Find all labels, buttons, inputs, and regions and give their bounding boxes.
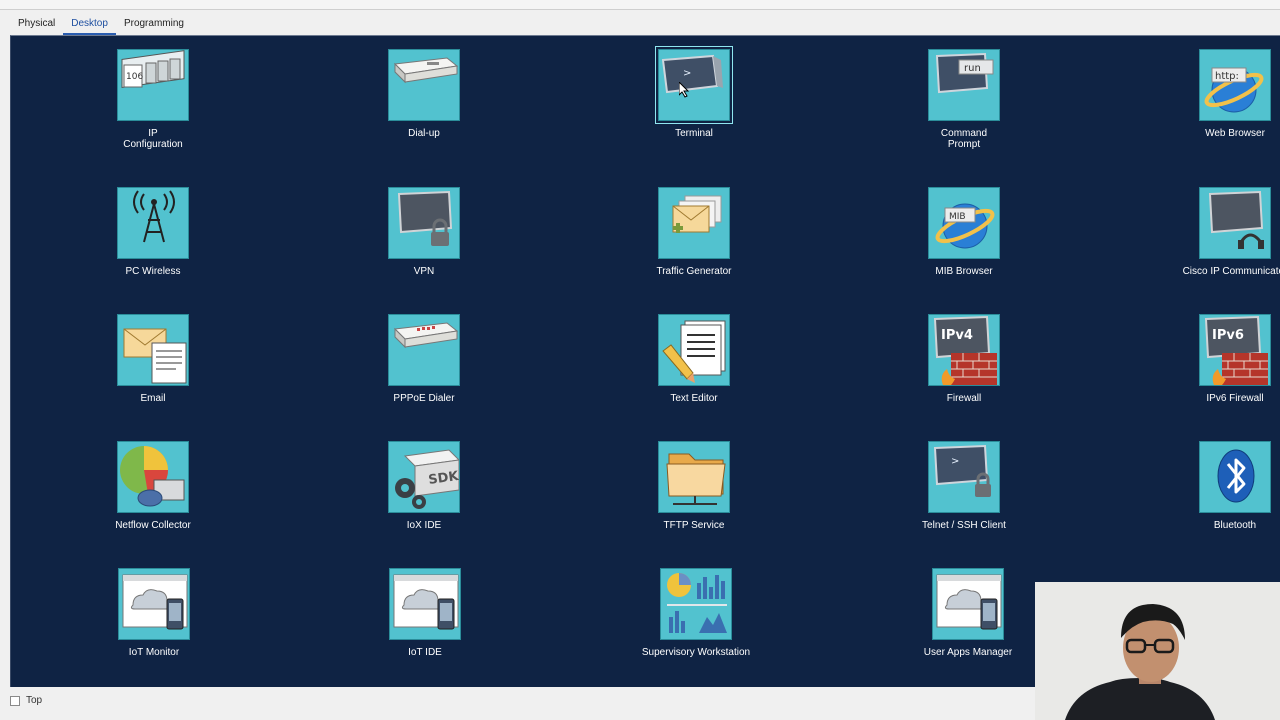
app-label: Netflow Collector bbox=[115, 520, 191, 531]
app-label: Text Editor bbox=[670, 393, 718, 404]
svg-text:MIB: MIB bbox=[949, 212, 966, 222]
tab-bar: Physical Desktop Programming bbox=[10, 14, 192, 35]
app-label: IoT Monitor bbox=[128, 647, 180, 658]
svg-text:>: > bbox=[951, 456, 959, 467]
app-web-browser[interactable]: http: Web Browser bbox=[1155, 49, 1280, 139]
app-ipv6-firewall[interactable]: IPv6 IPv6 Firewall bbox=[1155, 314, 1280, 404]
app-label: IoT IDE bbox=[408, 647, 442, 658]
app-supervisory-workstation[interactable]: Supervisory Workstation bbox=[616, 568, 776, 658]
app-label: Dial-up bbox=[408, 128, 440, 139]
telnet-ssh-icon: > bbox=[928, 441, 1000, 513]
svg-text:IPv6: IPv6 bbox=[1212, 328, 1244, 343]
mib-browser-icon: MIB bbox=[928, 187, 1000, 259]
app-label: Terminal bbox=[675, 128, 713, 139]
modem-icon bbox=[388, 49, 460, 121]
antenna-icon bbox=[117, 187, 189, 259]
app-text-editor[interactable]: Text Editor bbox=[614, 314, 774, 404]
user-apps-manager-icon bbox=[932, 568, 1004, 640]
presenter-image bbox=[1035, 582, 1280, 720]
svg-text:run: run bbox=[964, 63, 981, 74]
app-label: Traffic Generator bbox=[656, 266, 732, 277]
tab-physical[interactable]: Physical bbox=[10, 14, 63, 35]
app-label: Firewall bbox=[946, 393, 982, 404]
svg-text:106: 106 bbox=[126, 72, 143, 82]
app-label: Cisco IP Communicator bbox=[1182, 266, 1280, 277]
app-label: PC Wireless bbox=[125, 266, 181, 277]
app-mib-browser[interactable]: MIB MIB Browser bbox=[884, 187, 1044, 277]
tab-programming[interactable]: Programming bbox=[116, 14, 192, 35]
app-label: Email bbox=[140, 393, 166, 404]
app-label: Command Prompt bbox=[940, 128, 988, 150]
app-bluetooth[interactable]: Bluetooth bbox=[1155, 441, 1280, 531]
app-dialup[interactable]: Dial-up bbox=[344, 49, 504, 139]
app-label: Supervisory Workstation bbox=[641, 647, 751, 658]
top-checkbox[interactable] bbox=[10, 695, 20, 706]
text-editor-icon bbox=[658, 314, 730, 386]
app-vpn[interactable]: VPN bbox=[344, 187, 504, 277]
app-cisco-ip-communicator[interactable]: Cisco IP Communicator bbox=[1155, 187, 1280, 277]
ip-communicator-icon bbox=[1199, 187, 1271, 259]
iox-ide-icon: SDK bbox=[388, 441, 460, 513]
bluetooth-icon bbox=[1199, 441, 1271, 513]
app-label: Bluetooth bbox=[1213, 520, 1257, 531]
window-top-strip bbox=[0, 0, 1280, 10]
firewall-icon: IPv4 bbox=[928, 314, 1000, 386]
app-pppoe-dialer[interactable]: PPPoE Dialer bbox=[344, 314, 504, 404]
app-command-prompt[interactable]: run Command Prompt bbox=[884, 49, 1044, 150]
netflow-collector-icon bbox=[117, 441, 189, 513]
top-checkbox-row[interactable]: Top bbox=[10, 695, 42, 706]
iot-ide-icon bbox=[389, 568, 461, 640]
app-label: VPN bbox=[413, 266, 435, 277]
app-label: TFTP Service bbox=[663, 520, 725, 531]
ipv6-firewall-icon: IPv6 bbox=[1199, 314, 1271, 386]
app-traffic-generator[interactable]: Traffic Generator bbox=[614, 187, 774, 277]
app-iot-ide[interactable]: IoT IDE bbox=[345, 568, 505, 658]
traffic-generator-icon bbox=[658, 187, 730, 259]
svg-text:http:: http: bbox=[1215, 71, 1239, 82]
ip-configuration-icon: 106 bbox=[117, 49, 189, 121]
app-terminal[interactable]: > Terminal bbox=[614, 46, 774, 139]
top-checkbox-label: Top bbox=[26, 695, 43, 706]
supervisory-workstation-icon bbox=[660, 568, 732, 640]
app-netflow-collector[interactable]: Netflow Collector bbox=[73, 441, 233, 531]
app-label: Web Browser bbox=[1205, 128, 1265, 139]
app-label: IPv6 Firewall bbox=[1206, 393, 1264, 404]
folder-icon bbox=[658, 441, 730, 513]
app-label: User Apps Manager bbox=[923, 647, 1013, 658]
app-iox-ide[interactable]: SDK IoX IDE bbox=[344, 441, 504, 531]
app-ip-configuration[interactable]: 106 IP Configuration bbox=[73, 49, 233, 150]
pppoe-dialer-icon bbox=[388, 314, 460, 386]
app-label: PPPoE Dialer bbox=[393, 393, 455, 404]
app-label: Telnet / SSH Client bbox=[922, 520, 1006, 531]
app-label: MIB Browser bbox=[935, 266, 993, 277]
app-label: IP Configuration bbox=[123, 128, 183, 150]
app-label: IoX IDE bbox=[406, 520, 442, 531]
mouse-cursor-icon bbox=[679, 82, 690, 98]
vpn-icon bbox=[388, 187, 460, 259]
app-firewall[interactable]: IPv4 Firewall bbox=[884, 314, 1044, 404]
svg-text:IPv4: IPv4 bbox=[941, 328, 973, 343]
tab-desktop[interactable]: Desktop bbox=[63, 14, 116, 35]
command-prompt-icon: run bbox=[928, 49, 1000, 121]
app-user-apps-manager[interactable]: User Apps Manager bbox=[888, 568, 1048, 658]
app-email[interactable]: Email bbox=[73, 314, 233, 404]
app-telnet-ssh-client[interactable]: > Telnet / SSH Client bbox=[884, 441, 1044, 531]
iot-monitor-icon bbox=[118, 568, 190, 640]
web-browser-icon: http: bbox=[1199, 49, 1271, 121]
webcam-overlay bbox=[1035, 582, 1280, 720]
app-iot-monitor[interactable]: IoT Monitor bbox=[74, 568, 234, 658]
svg-text:>: > bbox=[683, 68, 691, 79]
terminal-icon: > bbox=[655, 46, 733, 124]
app-tftp-service[interactable]: TFTP Service bbox=[614, 441, 774, 531]
email-icon bbox=[117, 314, 189, 386]
app-pc-wireless[interactable]: PC Wireless bbox=[73, 187, 233, 277]
